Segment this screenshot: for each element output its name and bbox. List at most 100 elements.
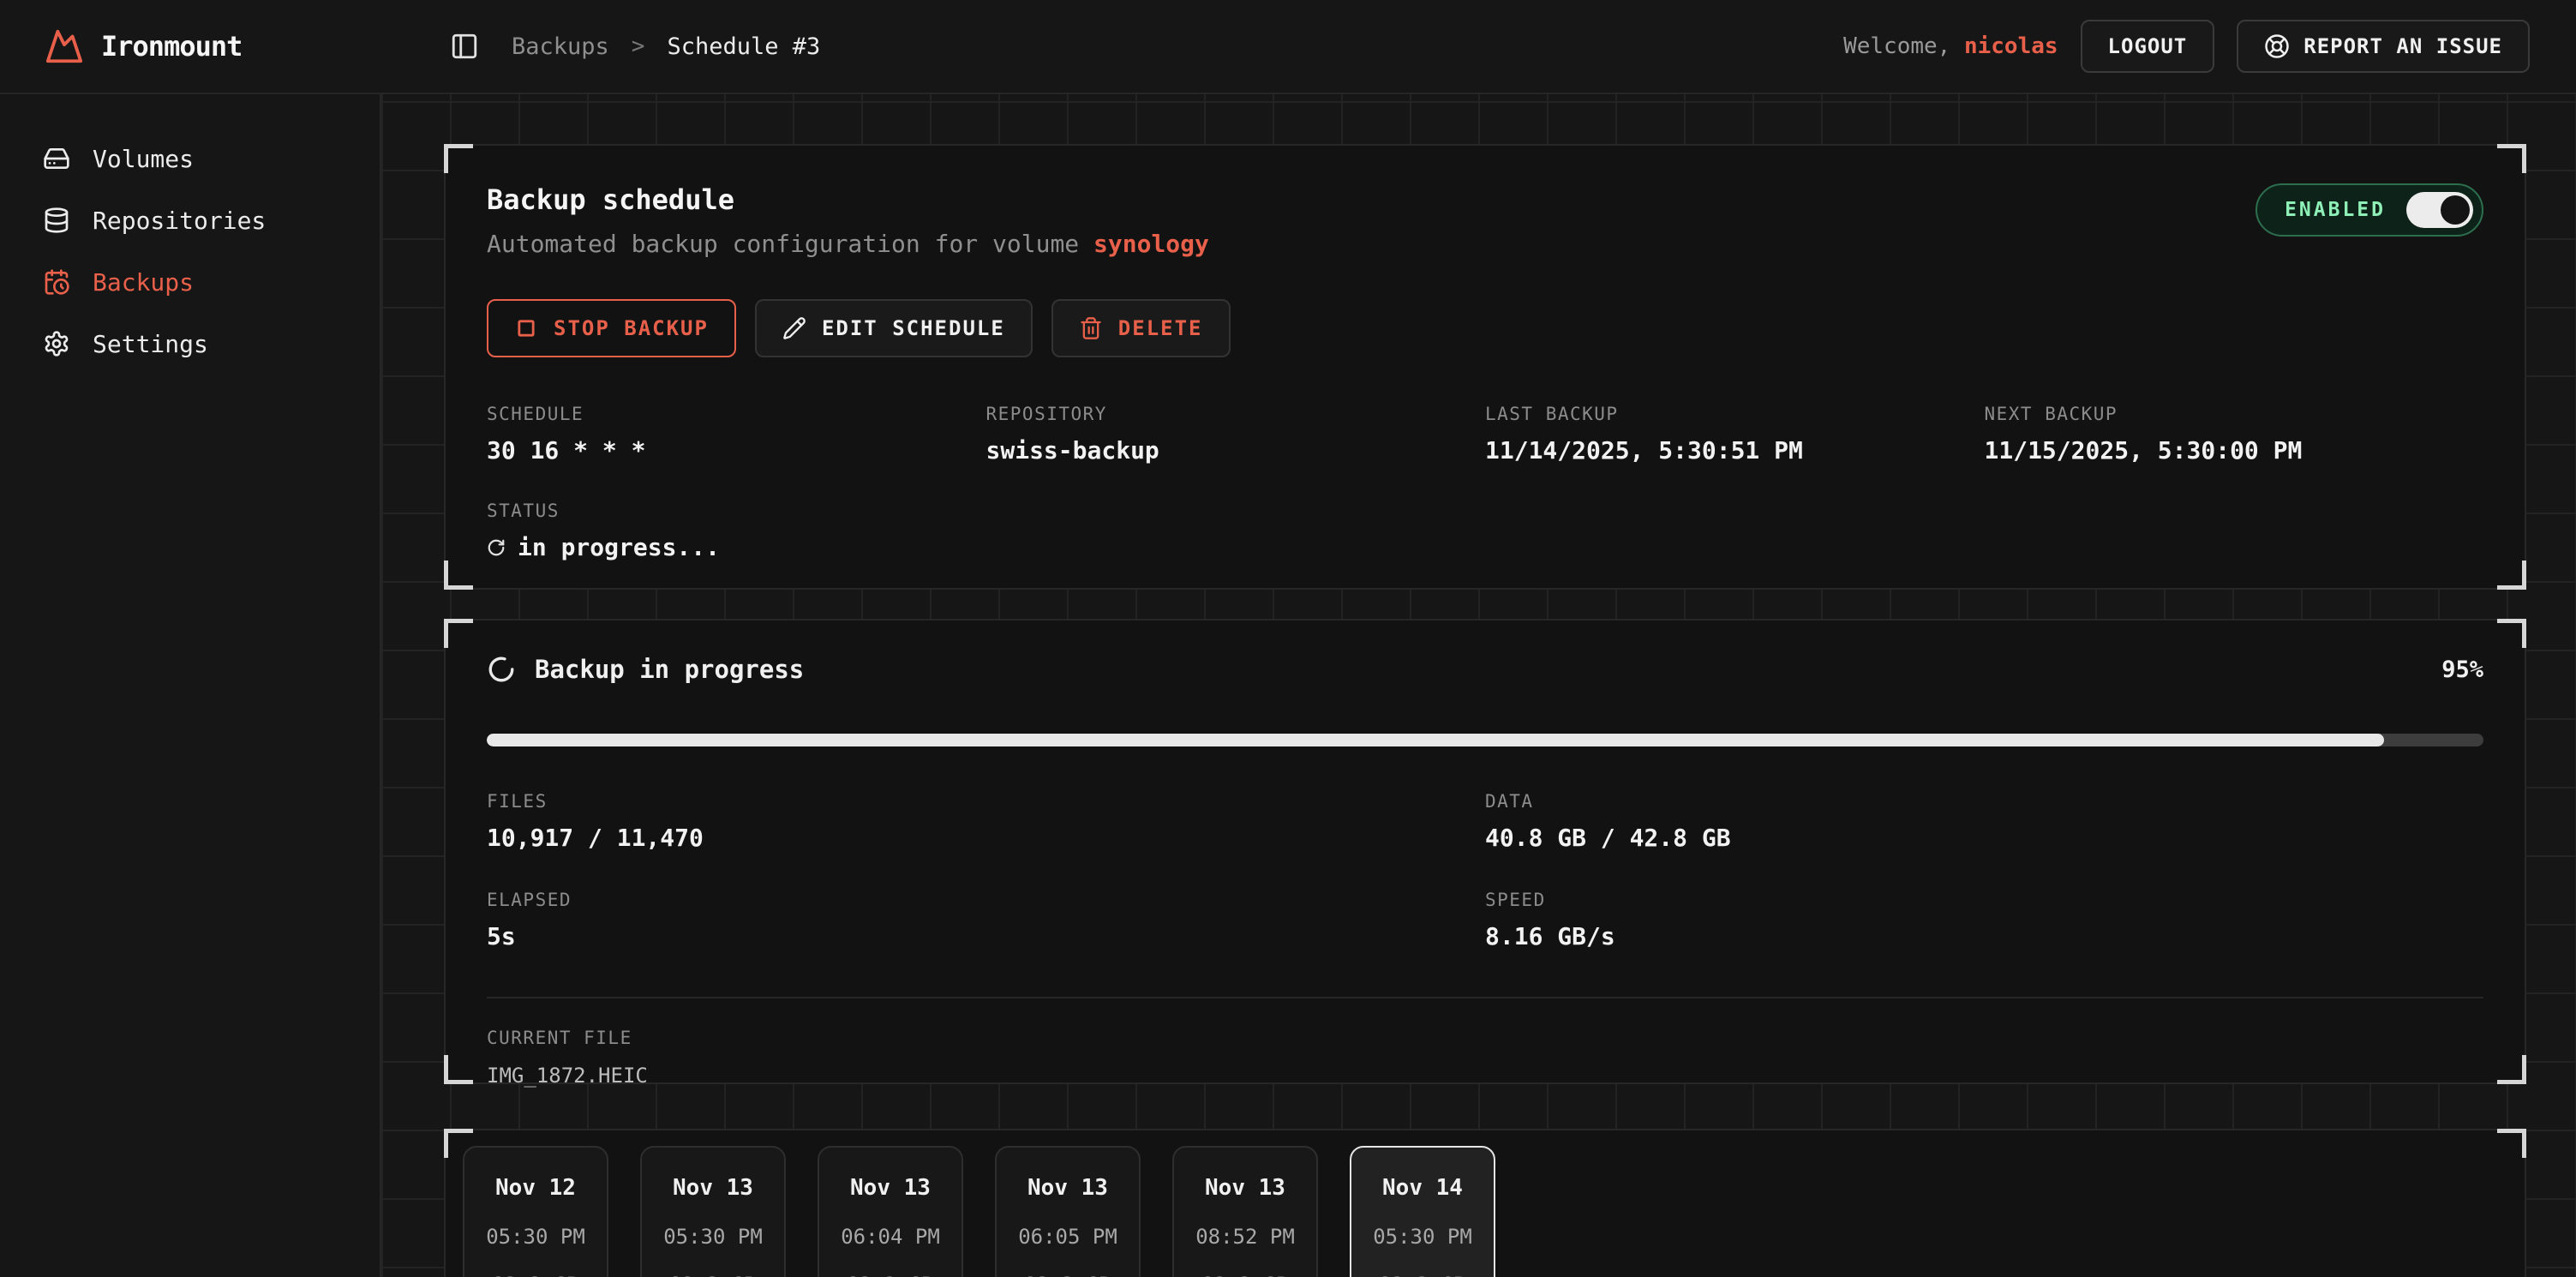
field-label: NEXT BACKUP: [1985, 404, 2484, 424]
snapshot-date: Nov 12: [464, 1175, 607, 1201]
snapshot-tile[interactable]: Nov 13 06:05 PM 92.2 GB: [995, 1146, 1141, 1277]
corner-bracket: [444, 1129, 473, 1158]
report-issue-label: REPORT AN ISSUE: [2303, 34, 2502, 58]
enabled-label: ENABLED: [2285, 199, 2386, 221]
card-subtitle: Automated backup configuration for volum…: [487, 230, 1209, 258]
snapshot-tile[interactable]: Nov 13 08:52 PM 92.2 GB: [1172, 1146, 1318, 1277]
snapshot-time: 08:52 PM: [1174, 1225, 1316, 1249]
snapshot-tile[interactable]: Nov 12 05:30 PM 92.2 GB: [463, 1146, 608, 1277]
snapshot-time: 05:30 PM: [642, 1225, 784, 1249]
snapshot-date: Nov 13: [819, 1175, 962, 1201]
data-stat: DATA 40.8 GB / 42.8 GB: [1485, 791, 2483, 852]
stat-label: FILES: [487, 791, 1485, 812]
rotate-spinner-icon: [487, 538, 506, 557]
snapshot-tile[interactable]: Nov 13 05:30 PM 92.2 GB: [640, 1146, 786, 1277]
snapshot-size: 92.2 GB: [642, 1273, 784, 1277]
sidebar-item-settings[interactable]: Settings: [0, 319, 380, 369]
stop-square-icon: [514, 316, 538, 340]
card-subtitle-text: Automated backup configuration for volum…: [487, 230, 1093, 258]
files-stat: FILES 10,917 / 11,470: [487, 791, 1485, 852]
snapshot-size: 92.2 GB: [997, 1273, 1139, 1277]
report-issue-button[interactable]: REPORT AN ISSUE: [2237, 20, 2530, 73]
corner-bracket: [2497, 144, 2526, 173]
field-value: 11/14/2025, 5:30:51 PM: [1485, 436, 1985, 465]
sidebar-item-label: Repositories: [93, 207, 266, 235]
snapshot-size: 92.2 GB: [464, 1273, 607, 1277]
progress-percent: 95%: [2441, 656, 2483, 683]
sidebar-item-volumes[interactable]: Volumes: [0, 134, 380, 183]
snapshot-time: 06:04 PM: [819, 1225, 962, 1249]
stat-value: 10,917 / 11,470: [487, 824, 1485, 852]
snapshot-date: Nov 13: [642, 1175, 784, 1201]
mountain-logo-icon: [45, 27, 84, 66]
stop-backup-label: STOP BACKUP: [554, 316, 709, 340]
corner-bracket: [444, 1055, 473, 1084]
logout-button[interactable]: LOGOUT: [2081, 20, 2215, 73]
snapshot-date: Nov 14: [1351, 1175, 1494, 1201]
sidebar-item-repositories[interactable]: Repositories: [0, 195, 380, 245]
corner-bracket: [444, 619, 473, 648]
snapshots-card: Nov 12 05:30 PM 92.2 GB Nov 13 05:30 PM …: [444, 1129, 2526, 1277]
corner-bracket: [444, 561, 473, 590]
corner-bracket: [2497, 1055, 2526, 1084]
snapshot-size: 92.2 GB: [819, 1273, 962, 1277]
delete-button[interactable]: DELETE: [1051, 299, 1231, 357]
backup-progress-card: Backup in progress 95% FILES 10,917 / 11…: [444, 619, 2526, 1084]
volume-name: synology: [1093, 230, 1209, 258]
schedule-field: SCHEDULE 30 16 * * *: [487, 404, 986, 465]
sidebar-item-label: Volumes: [93, 145, 194, 173]
breadcrumb-section[interactable]: Backups: [512, 33, 609, 60]
card-title: Backup schedule: [487, 183, 1209, 216]
backup-schedule-card: Backup schedule Automated backup configu…: [444, 144, 2526, 590]
breadcrumb: Backups > Schedule #3: [512, 33, 820, 60]
trash-icon: [1079, 316, 1103, 340]
snapshot-size: 92.2 GB: [1174, 1273, 1316, 1277]
stat-value: 40.8 GB / 42.8 GB: [1485, 824, 2483, 852]
corner-bracket: [2497, 1129, 2526, 1158]
snapshot-date: Nov 13: [997, 1175, 1139, 1201]
snapshot-time: 05:30 PM: [464, 1225, 607, 1249]
enabled-toggle[interactable]: ENABLED: [2255, 183, 2483, 237]
main-content: Backup schedule Automated backup configu…: [381, 94, 2576, 1277]
elapsed-stat: ELAPSED 5s: [487, 890, 1485, 950]
stat-label: SPEED: [1485, 890, 2483, 910]
lifebuoy-icon: [2264, 33, 2290, 59]
corner-bracket: [2497, 619, 2526, 648]
hard-drive-icon: [43, 145, 70, 172]
stat-label: ELAPSED: [487, 890, 1485, 910]
current-file-label: CURRENT FILE: [487, 1028, 2483, 1048]
next-backup-field: NEXT BACKUP 11/15/2025, 5:30:00 PM: [1985, 404, 2484, 465]
corner-bracket: [2497, 561, 2526, 590]
divider: [487, 997, 2483, 998]
progress-fill: [487, 734, 2384, 746]
stat-value: 5s: [487, 922, 1485, 950]
breadcrumb-separator: >: [632, 33, 645, 59]
calendar-clock-icon: [43, 268, 70, 296]
sidebar-item-backups[interactable]: Backups: [0, 257, 380, 307]
edit-schedule-button[interactable]: EDIT SCHEDULE: [755, 299, 1033, 357]
speed-stat: SPEED 8.16 GB/s: [1485, 890, 2483, 950]
repository-field: REPOSITORY swiss-backup: [986, 404, 1486, 465]
sidebar-item-label: Settings: [93, 330, 208, 358]
snapshot-tile-selected[interactable]: Nov 14 05:30 PM 92.2 GB: [1350, 1146, 1495, 1277]
sidebar-toggle-icon[interactable]: [450, 32, 479, 61]
pencil-icon: [782, 316, 806, 340]
breadcrumb-current: Schedule #3: [667, 33, 820, 60]
field-label: SCHEDULE: [487, 404, 986, 424]
toggle-switch[interactable]: [2406, 192, 2473, 228]
toggle-knob: [2441, 195, 2470, 225]
sidebar-item-label: Backups: [93, 268, 194, 297]
top-header: Ironmount Backups > Schedule #3 Welcome,…: [0, 0, 2576, 94]
welcome-text: Welcome, nicolas: [1843, 33, 2058, 59]
sidebar: Volumes Repositories Backups Settings: [0, 94, 381, 1277]
stat-label: DATA: [1485, 791, 2483, 812]
status-field: STATUS in progress...: [487, 501, 986, 561]
field-label: STATUS: [487, 501, 986, 521]
progress-title: Backup in progress: [535, 655, 804, 684]
snapshot-size: 92.2 GB: [1351, 1273, 1494, 1277]
snapshot-tile[interactable]: Nov 13 06:04 PM 92.2 GB: [818, 1146, 963, 1277]
field-value: 11/15/2025, 5:30:00 PM: [1985, 436, 2484, 465]
snapshot-date: Nov 13: [1174, 1175, 1316, 1201]
stop-backup-button[interactable]: STOP BACKUP: [487, 299, 736, 357]
brand: Ironmount: [0, 27, 381, 66]
